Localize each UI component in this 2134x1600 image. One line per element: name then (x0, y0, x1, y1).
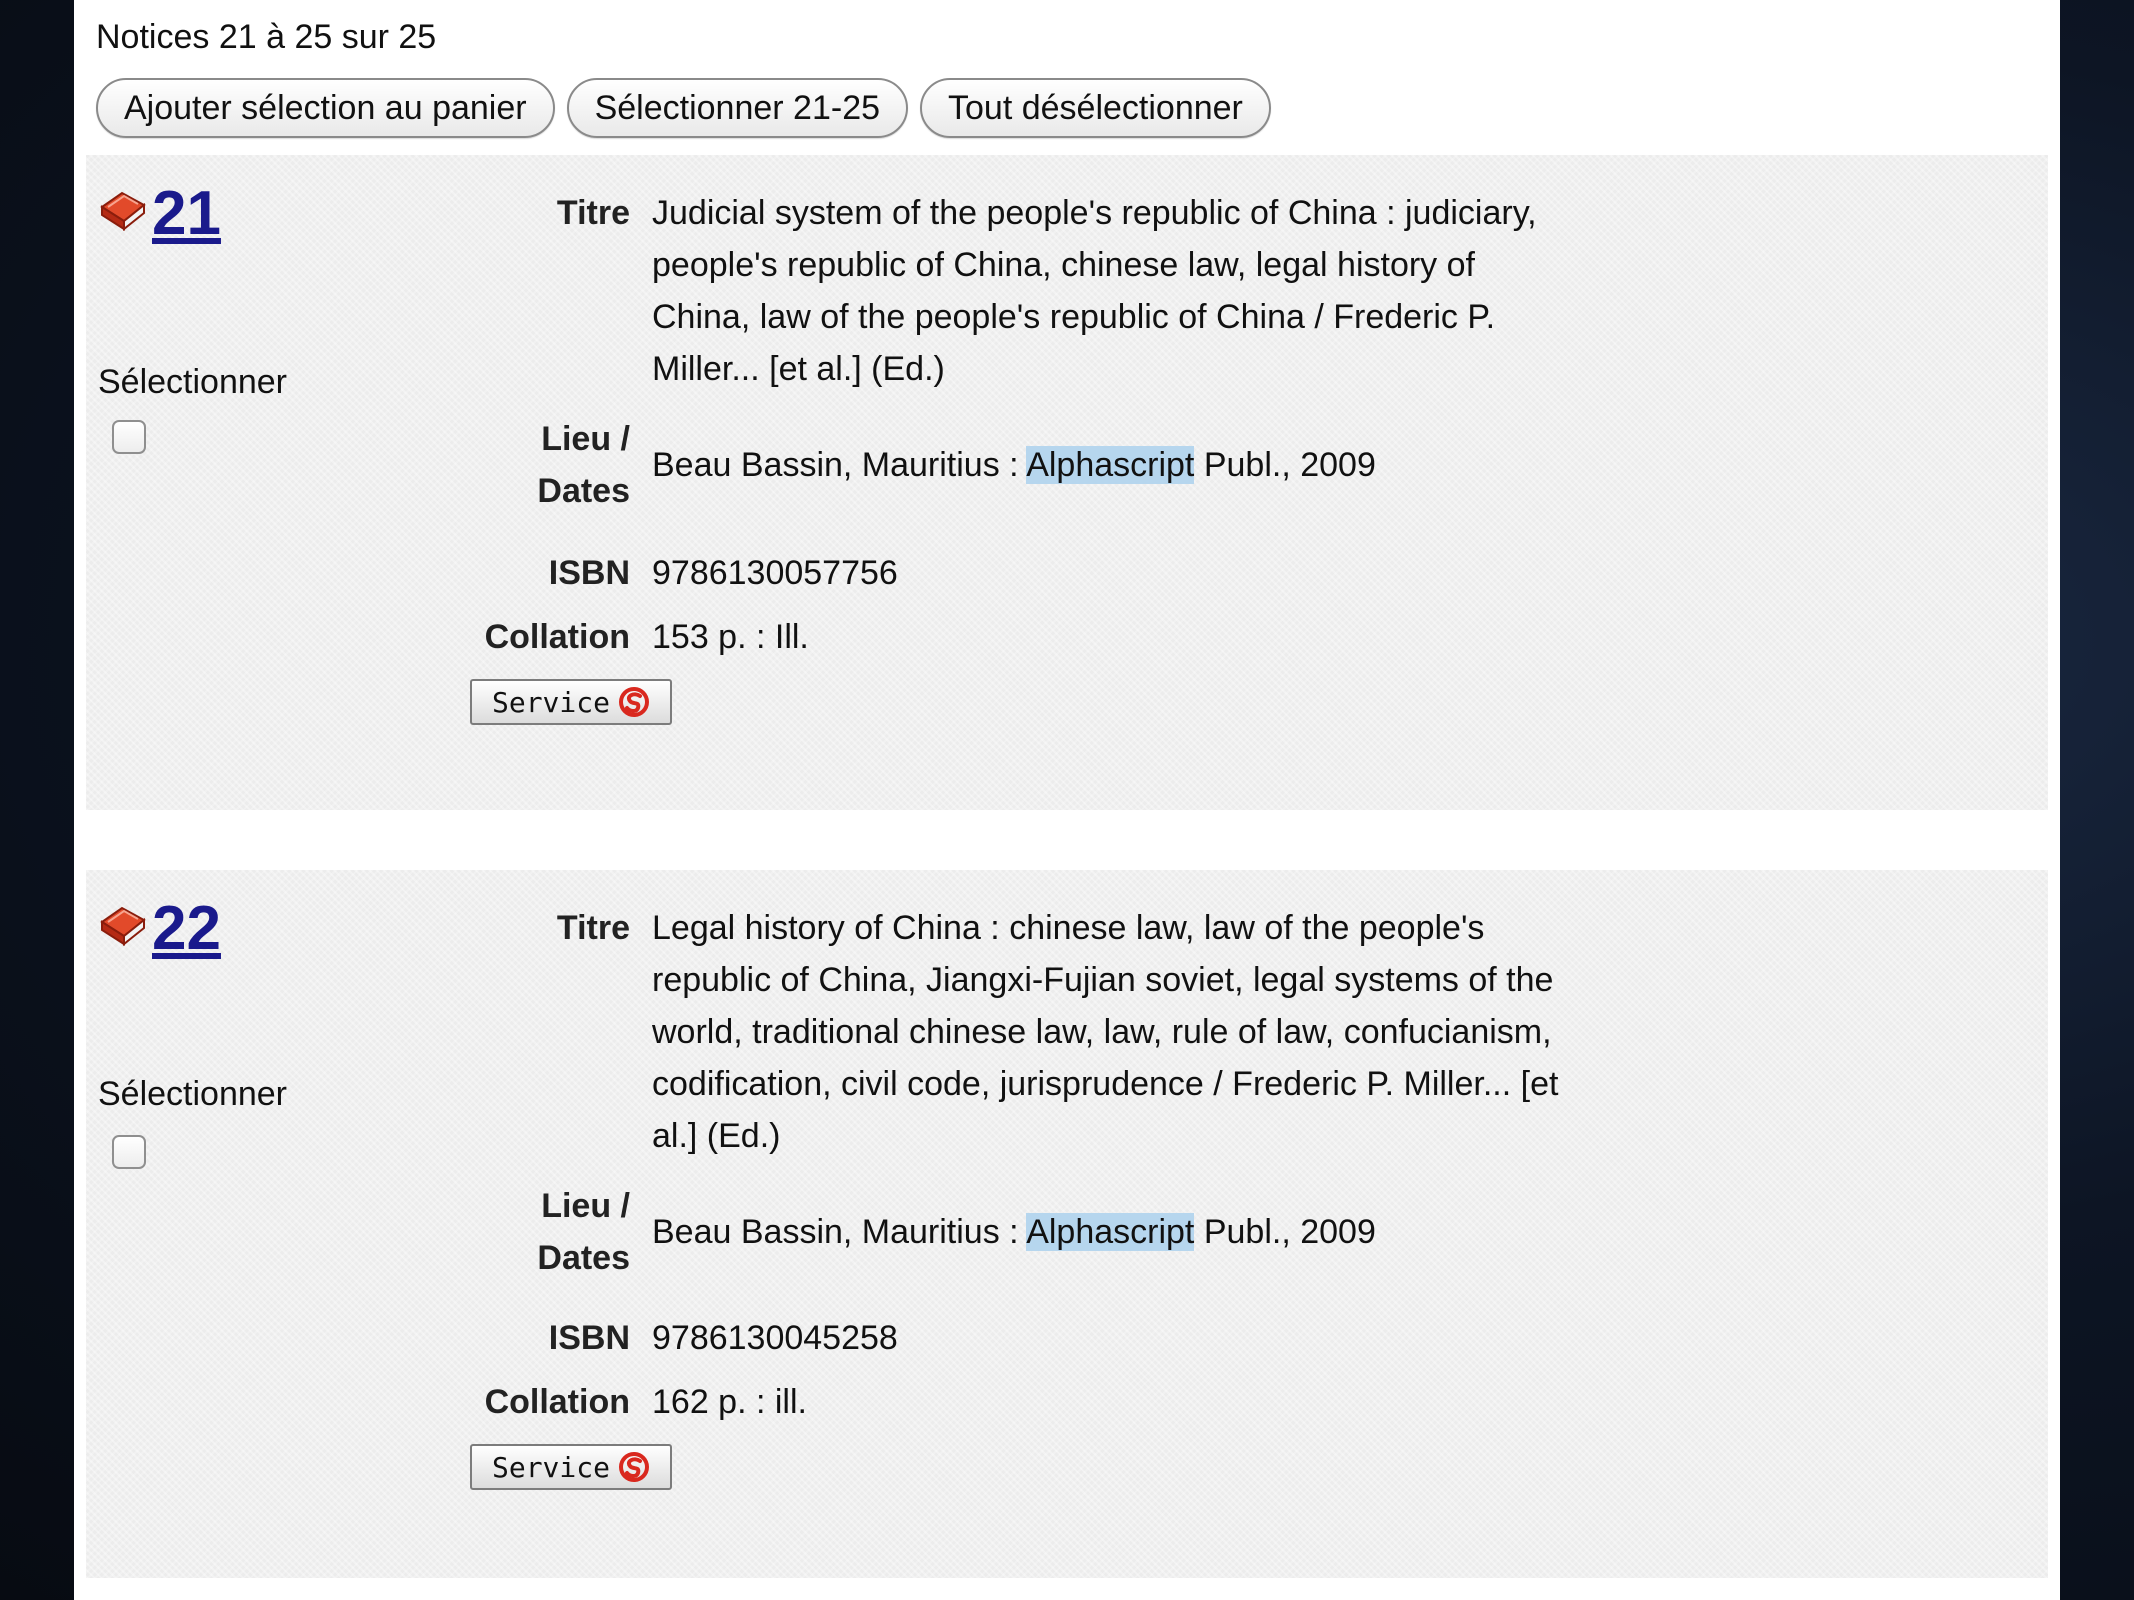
field-value-place: Beau Bassin, Mauritius : Alphascript Pub… (652, 1180, 1572, 1284)
field-title: Titre Judicial system of the people's re… (86, 187, 1572, 395)
service-label: Service (491, 685, 610, 719)
field-place: Lieu / Dates Beau Bassin, Mauritius : Al… (86, 413, 1572, 517)
field-title: Titre Legal history of China : chinese l… (86, 902, 1572, 1162)
field-value-collation: 162 p. : ill. (652, 1383, 807, 1421)
field-label-place-line1: Lieu / (541, 420, 630, 458)
record-item: 22 Sélectionner Titre Legal history of C… (86, 870, 2048, 1578)
field-label-collation: Collation (484, 618, 630, 656)
field-label-place: Lieu / Dates (86, 413, 652, 517)
field-value-title: Judicial system of the people's republic… (652, 194, 1537, 388)
record-item: 21 Sélectionner Titre Judicial system of… (86, 155, 2048, 810)
add-selection-to-cart-button[interactable]: Ajouter sélection au panier (96, 78, 555, 138)
field-label-place-line2: Dates (537, 1239, 630, 1277)
field-place: Lieu / Dates Beau Bassin, Mauritius : Al… (86, 1180, 1572, 1284)
place-highlight: Alphascript (1026, 1213, 1195, 1251)
field-label-isbn: ISBN (548, 1319, 630, 1357)
field-value-isbn: 9786130057756 (652, 554, 898, 592)
field-label-collation: Collation (484, 1383, 630, 1421)
field-label-place-line1: Lieu / (541, 1187, 630, 1225)
field-value-title: Legal history of China : chinese law, la… (652, 909, 1559, 1155)
select-range-button[interactable]: Sélectionner 21-25 (566, 78, 909, 138)
field-value-collation: 153 p. : Ill. (652, 618, 809, 656)
place-text: Beau Bassin, Mauritius : (652, 446, 1027, 484)
field-collation: Collation 153 p. : Ill. (86, 611, 1572, 663)
field-label-isbn: ISBN (548, 554, 630, 592)
place-text: Beau Bassin, Mauritius : (652, 1213, 1027, 1251)
field-label-place-line2: Dates (537, 472, 630, 510)
field-collation: Collation 162 p. : ill. (86, 1376, 1572, 1428)
field-isbn: ISBN 9786130057756 (86, 547, 1572, 599)
place-text-end: Publ., 2009 (1194, 446, 1376, 484)
service-logo-icon (619, 687, 649, 717)
place-highlight: Alphascript (1026, 446, 1195, 484)
service-button[interactable]: Service (470, 1444, 672, 1490)
results-page: Notices 21 à 25 sur 25 Ajouter sélection… (74, 0, 2060, 1600)
service-logo-icon (619, 1452, 649, 1482)
results-count: Notices 21 à 25 sur 25 (96, 18, 437, 56)
service-button[interactable]: Service (470, 679, 672, 725)
deselect-all-button[interactable]: Tout désélectionner (920, 78, 1271, 138)
field-isbn: ISBN 9786130045258 (86, 1312, 1572, 1364)
field-label-place: Lieu / Dates (86, 1180, 652, 1284)
field-label-title: Titre (556, 909, 630, 947)
field-value-isbn: 9786130045258 (652, 1319, 898, 1357)
field-value-place: Beau Bassin, Mauritius : Alphascript Pub… (652, 413, 1572, 517)
place-text-end: Publ., 2009 (1194, 1213, 1376, 1251)
service-label: Service (491, 1450, 610, 1484)
selection-toolbar: Ajouter sélection au panier Sélectionner… (96, 78, 1271, 138)
field-label-title: Titre (556, 194, 630, 232)
